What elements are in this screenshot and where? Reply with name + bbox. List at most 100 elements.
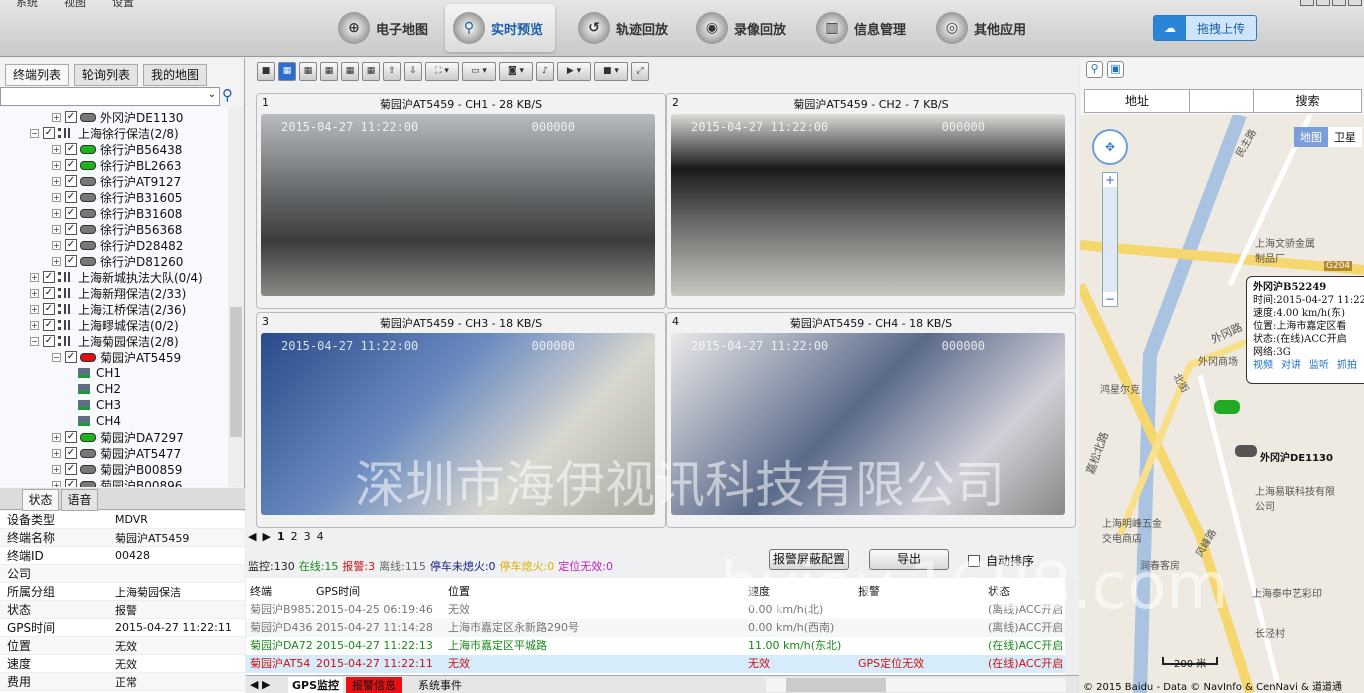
auto-sort-checkbox[interactable]: 自动排序 (968, 552, 1034, 569)
expand-icon[interactable]: + (52, 448, 61, 458)
page-tab[interactable]: 3 (304, 530, 311, 543)
nav-info-management[interactable]: ▥ 信息管理 (808, 4, 914, 52)
fullscreen-icon[interactable]: ⤢ (631, 62, 649, 81)
nav-live-preview[interactable]: ⚲ 实时预览 (445, 4, 555, 52)
pan-control[interactable]: ✥ (1092, 129, 1128, 165)
tree-item[interactable]: − ✓ 上海菊园保洁(2/8) (30, 333, 179, 349)
map-view[interactable]: ✥ + − 地图 卫星 民主路 上海文骄金属制品厂 G204 外冈路 外冈商场 … (1080, 115, 1364, 693)
tree-item[interactable]: CH1 (78, 365, 121, 381)
video-frame[interactable]: 2015-04-27 11:22:00 000000 (261, 114, 655, 296)
nav-video-playback[interactable]: ◉ 录像回放 (688, 4, 794, 52)
export-button[interactable]: 导出 (869, 549, 949, 570)
layout-6-icon[interactable]: ▦ (299, 62, 317, 81)
checkbox[interactable]: ✓ (65, 447, 77, 459)
nav-other-apps[interactable]: ◎ 其他应用 (928, 4, 1034, 52)
vehicle-marker[interactable] (1214, 400, 1240, 414)
video-frame[interactable]: 2015-04-27 11:22:00 000000 (261, 333, 655, 515)
zoom-in-button[interactable]: + (1103, 173, 1117, 187)
page-tab[interactable]: 4 (317, 530, 324, 543)
expand-icon[interactable]: + (52, 224, 61, 234)
tab-polling-list[interactable]: 轮询列表 (74, 64, 138, 86)
map-type-map[interactable]: 地图 (1294, 127, 1328, 147)
expand-icon[interactable]: + (52, 208, 61, 218)
checkbox[interactable]: ✓ (43, 303, 55, 315)
checkbox[interactable]: ✓ (65, 255, 77, 267)
stop-icon[interactable]: ■ ▾ (594, 62, 628, 81)
checkbox[interactable]: ✓ (65, 479, 77, 487)
checkbox[interactable]: ✓ (65, 159, 77, 171)
prev-page-icon[interactable]: ◀ (248, 530, 256, 543)
checkbox[interactable]: ✓ (43, 287, 55, 299)
column-header[interactable]: 终端 (250, 583, 314, 601)
tab-terminal-list[interactable]: 终端列表 (5, 64, 69, 86)
table-row[interactable]: 菊园沪D436 2015-04-27 11:14:28 上海市嘉定区永新路290号 0… (246, 619, 1066, 637)
tree-item[interactable]: + ✓ 菊园沪AT5477 (52, 445, 181, 461)
checkbox[interactable]: ✓ (65, 239, 77, 251)
checkbox[interactable]: ✓ (65, 431, 77, 443)
expand-icon[interactable]: + (52, 112, 61, 122)
column-header[interactable]: 报警 (858, 583, 986, 601)
mute-icon[interactable]: ♪ (536, 62, 554, 81)
expand-icon[interactable]: + (30, 272, 39, 282)
tree-item[interactable]: CH2 (78, 381, 121, 397)
video-frame[interactable]: 2015-04-27 11:22:00 000000 (671, 333, 1065, 515)
tree-item[interactable]: + ✓ 徐行沪B31608 (52, 205, 182, 221)
column-header[interactable]: 位置 (448, 583, 746, 601)
chevron-down-icon[interactable]: ⌄ (208, 89, 216, 100)
checkbox[interactable]: ✓ (65, 175, 77, 187)
tab-alarm-info[interactable]: 报警信息 (346, 677, 402, 693)
map-type-satellite[interactable]: 卫星 (1328, 127, 1362, 147)
layout-8-icon[interactable]: ▦ (320, 62, 338, 81)
checkbox[interactable]: ✓ (65, 143, 77, 155)
window-close-button[interactable] (1348, 0, 1362, 6)
tree-item[interactable]: + ✓ 徐行沪B56368 (52, 221, 182, 237)
checkbox[interactable]: ✓ (65, 351, 77, 363)
video-cell[interactable]: 2 菊园沪AT5459 - CH2 - 7 KB/S 2015-04-27 11:2… (666, 93, 1076, 309)
layout-9-icon[interactable]: ▦ (341, 62, 359, 81)
collapse-icon[interactable]: − (30, 336, 39, 346)
checkbox[interactable]: ✓ (43, 319, 55, 331)
column-header[interactable]: GPS时间 (316, 583, 446, 601)
column-header[interactable]: 速度 (748, 583, 856, 601)
checkbox[interactable]: ✓ (43, 335, 55, 347)
upload-button[interactable]: ☁ 拖拽上传 (1153, 15, 1257, 41)
tab-voice[interactable]: 语音 (61, 489, 98, 511)
tree-item[interactable]: + ✓ 徐行沪B56438 (52, 141, 182, 157)
search-icon[interactable]: ⚲ (222, 86, 233, 104)
tree-item[interactable]: + ✓ 上海江桥保洁(2/36) (30, 301, 186, 317)
expand-icon[interactable]: + (52, 176, 61, 186)
tree-item[interactable]: + ✓ 徐行沪D28482 (52, 237, 183, 253)
map-search-button[interactable]: 搜索 (1254, 90, 1361, 112)
checkbox[interactable]: ✓ (65, 111, 77, 123)
checkbox[interactable]: ✓ (65, 463, 77, 475)
tree-item[interactable]: + ✓ 上海疁城保洁(0/2) (30, 317, 179, 333)
save-icon[interactable]: ▣ (1107, 61, 1124, 78)
window-mode-icon[interactable]: ▭ ▾ (462, 62, 496, 81)
tree-item[interactable]: + ✓ 菊园沪DA7297 (52, 429, 184, 445)
page-tab[interactable]: 1 (277, 530, 285, 543)
tree-item[interactable]: + ✓ 菊园沪B00859 (52, 461, 182, 477)
fullscreen-window-icon[interactable]: ⛶ ▾ (425, 62, 459, 81)
expand-icon[interactable]: + (52, 464, 61, 474)
tree-item[interactable]: + ✓ 徐行沪AT9127 (52, 173, 181, 189)
layout-4-icon[interactable]: ▦ (278, 62, 296, 81)
popup-link-snapshot[interactable]: 抓拍 (1337, 359, 1357, 372)
expand-icon[interactable]: + (30, 320, 39, 330)
expand-icon[interactable]: + (52, 144, 61, 154)
zoom-slider[interactable]: + − (1102, 172, 1118, 307)
layout-16-icon[interactable]: ▦ (362, 62, 380, 81)
window-minimize-button[interactable] (1316, 0, 1330, 6)
video-cell[interactable]: 3 菊园沪AT5459 - CH3 - 18 KB/S 2015-04-27 11:… (256, 312, 666, 528)
expand-icon[interactable]: + (52, 480, 61, 487)
expand-icon[interactable]: + (52, 160, 61, 170)
menu-system[interactable]: 系统 (16, 0, 38, 10)
popup-link-video[interactable]: 视频 (1253, 359, 1273, 372)
tree-item[interactable]: − ✓ 菊园沪AT5459 (52, 349, 181, 365)
table-scrollbar[interactable] (1065, 578, 1079, 675)
tree-item[interactable]: − ✓ 上海徐行保洁(2/8) (30, 125, 179, 141)
address-input[interactable] (1190, 90, 1254, 112)
tab-gps-monitor[interactable]: GPS监控 (288, 677, 344, 693)
tree-item[interactable]: CH4 (78, 413, 121, 429)
checkbox[interactable]: ✓ (65, 207, 77, 219)
checkbox[interactable] (968, 554, 980, 567)
